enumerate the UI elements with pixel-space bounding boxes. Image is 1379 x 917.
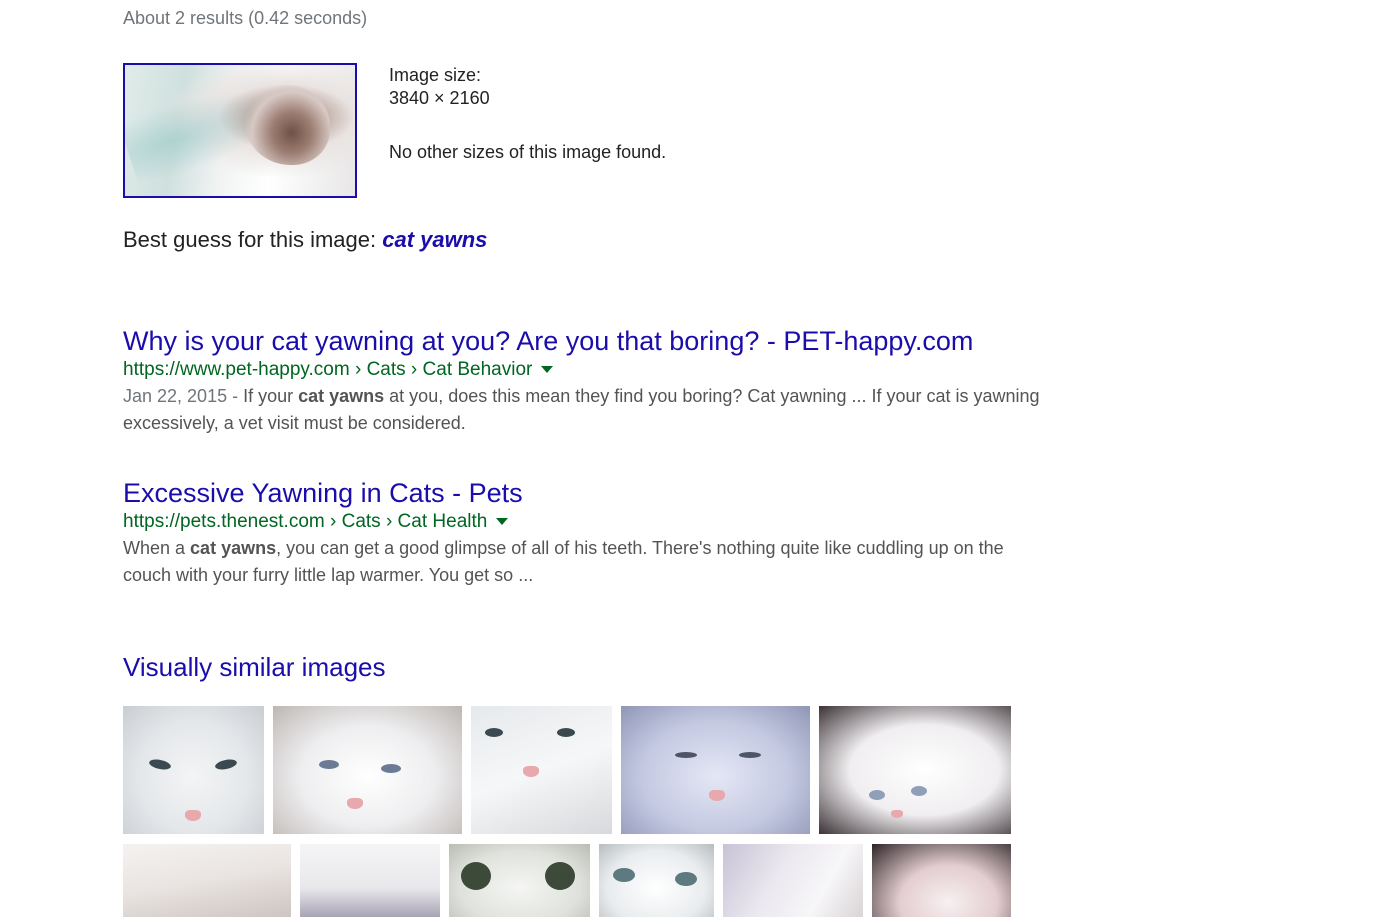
- snippet-text: When a: [123, 538, 191, 558]
- result-date-separator: -: [227, 386, 244, 406]
- similar-image-thumbnail[interactable]: [471, 706, 612, 834]
- result-url: https://pets.thenest.com › Cats › Cat He…: [123, 509, 1053, 535]
- snippet-text: If your: [243, 386, 299, 406]
- image-size-label: Image size:: [389, 65, 482, 85]
- search-result: Excessive Yawning in Cats - Pets https:/…: [123, 477, 1053, 589]
- snippet-highlight: cat yawns: [298, 386, 385, 406]
- cat-eye-icon: [869, 790, 885, 800]
- cat-eye-icon: [545, 862, 575, 890]
- result-title-link[interactable]: Why is your cat yawning at you? Are you …: [123, 325, 1053, 357]
- best-guess: Best guess for this image: cat yawns: [123, 227, 487, 253]
- query-image-thumbnail[interactable]: [123, 63, 357, 198]
- result-title-link[interactable]: Excessive Yawning in Cats - Pets: [123, 477, 1053, 509]
- cat-eye-icon: [214, 757, 238, 772]
- no-other-sizes-text: No other sizes of this image found.: [389, 142, 667, 162]
- caret-down-icon[interactable]: [496, 518, 509, 526]
- cat-eye-icon: [739, 752, 761, 758]
- similar-image-thumbnail[interactable]: [723, 844, 863, 917]
- cat-nose-icon: [891, 810, 903, 818]
- cat-nose-icon: [709, 790, 725, 801]
- cat-eye-icon: [148, 757, 172, 772]
- similar-image-thumbnail[interactable]: [819, 706, 1011, 834]
- cat-eye-icon: [557, 728, 575, 737]
- result-url: https://www.pet-happy.com › Cats › Cat B…: [123, 357, 1053, 383]
- similar-image-thumbnail[interactable]: [123, 706, 264, 834]
- best-guess-label: Best guess for this image:: [123, 227, 383, 252]
- search-result: Why is your cat yawning at you? Are you …: [123, 325, 1053, 437]
- cat-nose-icon: [523, 766, 539, 777]
- image-size-info: Image size: 3840 × 2160: [389, 64, 490, 110]
- similar-image-thumbnail[interactable]: [300, 844, 440, 917]
- similar-image-thumbnail[interactable]: [449, 844, 590, 917]
- cat-eye-icon: [381, 764, 401, 773]
- similar-image-thumbnail[interactable]: [621, 706, 810, 834]
- cat-eye-icon: [461, 862, 491, 890]
- cat-eye-icon: [911, 786, 927, 796]
- snippet-highlight: cat yawns: [190, 538, 277, 558]
- thumbnail-cat-face: [245, 85, 330, 165]
- results-stats: About 2 results (0.42 seconds): [123, 8, 368, 28]
- cat-eye-icon: [675, 872, 697, 886]
- cat-eye-icon: [319, 760, 339, 769]
- similar-image-thumbnail[interactable]: [599, 844, 714, 917]
- result-url-text[interactable]: https://pets.thenest.com › Cats › Cat He…: [123, 511, 487, 532]
- similar-image-thumbnail[interactable]: [123, 844, 291, 917]
- caret-down-icon[interactable]: [541, 366, 554, 374]
- similar-image-thumbnail[interactable]: [273, 706, 462, 834]
- best-guess-link[interactable]: cat yawns: [382, 227, 487, 252]
- image-size-value: 3840 × 2160: [389, 88, 490, 108]
- result-snippet: When a cat yawns, you can get a good gli…: [123, 535, 1053, 589]
- cat-eye-icon: [613, 868, 635, 882]
- result-date: Jan 22, 2015: [123, 386, 228, 406]
- similar-image-thumbnail[interactable]: [872, 844, 1011, 917]
- cat-nose-icon: [347, 798, 363, 809]
- cat-eye-icon: [675, 752, 697, 758]
- result-url-text[interactable]: https://www.pet-happy.com › Cats › Cat B…: [123, 359, 532, 380]
- cat-nose-icon: [185, 810, 201, 821]
- visually-similar-heading[interactable]: Visually similar images: [123, 652, 386, 683]
- cat-eye-icon: [485, 728, 503, 737]
- result-snippet: Jan 22, 2015 - If your cat yawns at you,…: [123, 383, 1053, 437]
